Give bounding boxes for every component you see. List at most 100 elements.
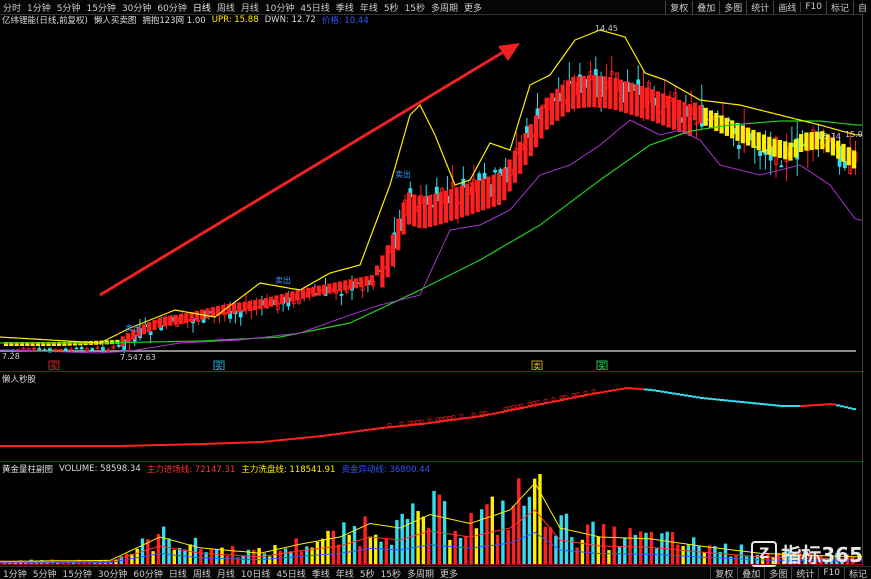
trend-step — [284, 439, 288, 441]
volume-chart[interactable] — [0, 474, 864, 566]
ribbon-block — [720, 115, 724, 133]
bt-2[interactable]: 15分钟 — [59, 567, 94, 579]
tf-13[interactable]: 5秒 — [381, 1, 402, 14]
rt-2[interactable]: 多图 — [719, 1, 746, 14]
ribbon-block — [232, 303, 236, 313]
tf-4[interactable]: 30分钟 — [119, 1, 154, 14]
trend-step — [104, 445, 108, 447]
tf-1[interactable]: 1分钟 — [24, 1, 54, 14]
ribbon-block — [158, 318, 162, 328]
stock-name: 亿纬锂能(日线,前复权) — [2, 14, 88, 26]
ribbon-block — [757, 132, 761, 150]
candlestick-chart[interactable]: 7.287.547.63卖出卖出卖出15.1415.9314.45买买卖买 — [0, 25, 864, 370]
trend-step — [312, 436, 316, 438]
ribbon-block — [306, 288, 310, 298]
bt-15[interactable]: 更多 — [437, 567, 461, 579]
ribbon-block — [396, 218, 400, 250]
volume-bar — [628, 528, 631, 564]
trend-step — [316, 435, 320, 437]
tf-0[interactable]: 分时 — [0, 1, 24, 14]
trend-step — [380, 427, 384, 429]
tf-6[interactable]: 日线 — [190, 1, 214, 14]
tf-15[interactable]: 多周期 — [428, 1, 461, 14]
trend-step — [28, 445, 32, 447]
tf-9[interactable]: 10分钟 — [262, 1, 297, 14]
ribbon-block — [677, 100, 681, 132]
rt-6[interactable]: 标记 — [826, 1, 853, 14]
trend-step — [4, 445, 8, 447]
fund-value: 资金异动线: 36800.44 — [341, 463, 430, 475]
tf-5[interactable]: 60分钟 — [154, 1, 189, 14]
br-0[interactable]: 复权 — [710, 567, 737, 579]
trend-step — [100, 445, 104, 447]
br-1[interactable]: 叠加 — [737, 567, 764, 579]
trend-box — [576, 393, 579, 396]
trend-step — [244, 442, 248, 444]
bt-13[interactable]: 15秒 — [378, 567, 404, 579]
br-2[interactable]: 多图 — [764, 567, 791, 579]
bt-3[interactable]: 30分钟 — [95, 567, 130, 579]
bt-8[interactable]: 10日线 — [238, 567, 273, 579]
bt-14[interactable]: 多周期 — [404, 567, 437, 579]
trend-step — [540, 403, 544, 405]
br-4[interactable]: F10 — [818, 568, 844, 578]
tf-11[interactable]: 季线 — [333, 1, 357, 14]
bt-0[interactable]: 1分钟 — [0, 567, 30, 579]
trend-step — [584, 394, 588, 396]
bt-12[interactable]: 5秒 — [357, 567, 378, 579]
trend-step — [356, 430, 360, 432]
ribbon-block — [576, 76, 580, 108]
rt-5[interactable]: F10 — [800, 2, 826, 12]
volume-bar — [491, 497, 494, 564]
volume-bar — [644, 533, 647, 564]
bt-10[interactable]: 季线 — [309, 567, 333, 579]
tf-3[interactable]: 15分钟 — [83, 1, 118, 14]
ribbon-block — [836, 141, 840, 159]
rt-4[interactable]: 画线 — [773, 1, 800, 14]
trend-step — [144, 444, 148, 446]
bt-7[interactable]: 月线 — [214, 567, 238, 579]
bt-1[interactable]: 5分钟 — [30, 567, 60, 579]
ribbon-block — [608, 77, 612, 109]
trend-step — [656, 390, 660, 392]
lazy-trend-chart[interactable] — [0, 384, 864, 460]
tf-16[interactable]: 更多 — [461, 1, 485, 14]
tf-14[interactable]: 15秒 — [402, 1, 428, 14]
trend-step — [696, 396, 700, 398]
bt-11[interactable]: 年线 — [333, 567, 357, 579]
trend-step — [604, 391, 608, 393]
trend-step — [404, 425, 408, 427]
tf-7[interactable]: 周线 — [214, 1, 238, 14]
ribbon-block — [598, 76, 602, 108]
price-label: 7.28 — [2, 352, 20, 361]
trend-step — [160, 444, 164, 446]
panel-divider — [0, 461, 864, 462]
trend-step — [588, 393, 592, 395]
br-5[interactable]: 标记 — [844, 567, 871, 579]
bt-6[interactable]: 周线 — [190, 567, 214, 579]
rt-0[interactable]: 复权 — [665, 1, 692, 14]
trend-step — [344, 432, 348, 434]
volume-bar — [565, 514, 568, 564]
rt-3[interactable]: 统计 — [746, 1, 773, 14]
tf-10[interactable]: 45日线 — [297, 1, 332, 14]
candle-body — [478, 174, 481, 180]
rt-7[interactable]: 自 — [853, 1, 871, 14]
tf-8[interactable]: 月线 — [238, 1, 262, 14]
rt-1[interactable]: 叠加 — [692, 1, 719, 14]
trend-step — [616, 389, 620, 391]
ribbon-block — [407, 193, 411, 225]
tf-12[interactable]: 年线 — [357, 1, 381, 14]
bt-5[interactable]: 日线 — [166, 567, 190, 579]
bt-9[interactable]: 45日线 — [273, 567, 308, 579]
br-3[interactable]: 统计 — [791, 567, 818, 579]
trend-step — [476, 416, 480, 418]
bt-4[interactable]: 60分钟 — [130, 567, 165, 579]
trend-step — [556, 400, 560, 402]
volume-bar — [236, 557, 239, 564]
candle-body — [737, 145, 740, 148]
ribbon-block — [476, 180, 480, 212]
trend-step — [824, 403, 828, 405]
trend-step — [756, 403, 760, 405]
tf-2[interactable]: 5分钟 — [54, 1, 84, 14]
